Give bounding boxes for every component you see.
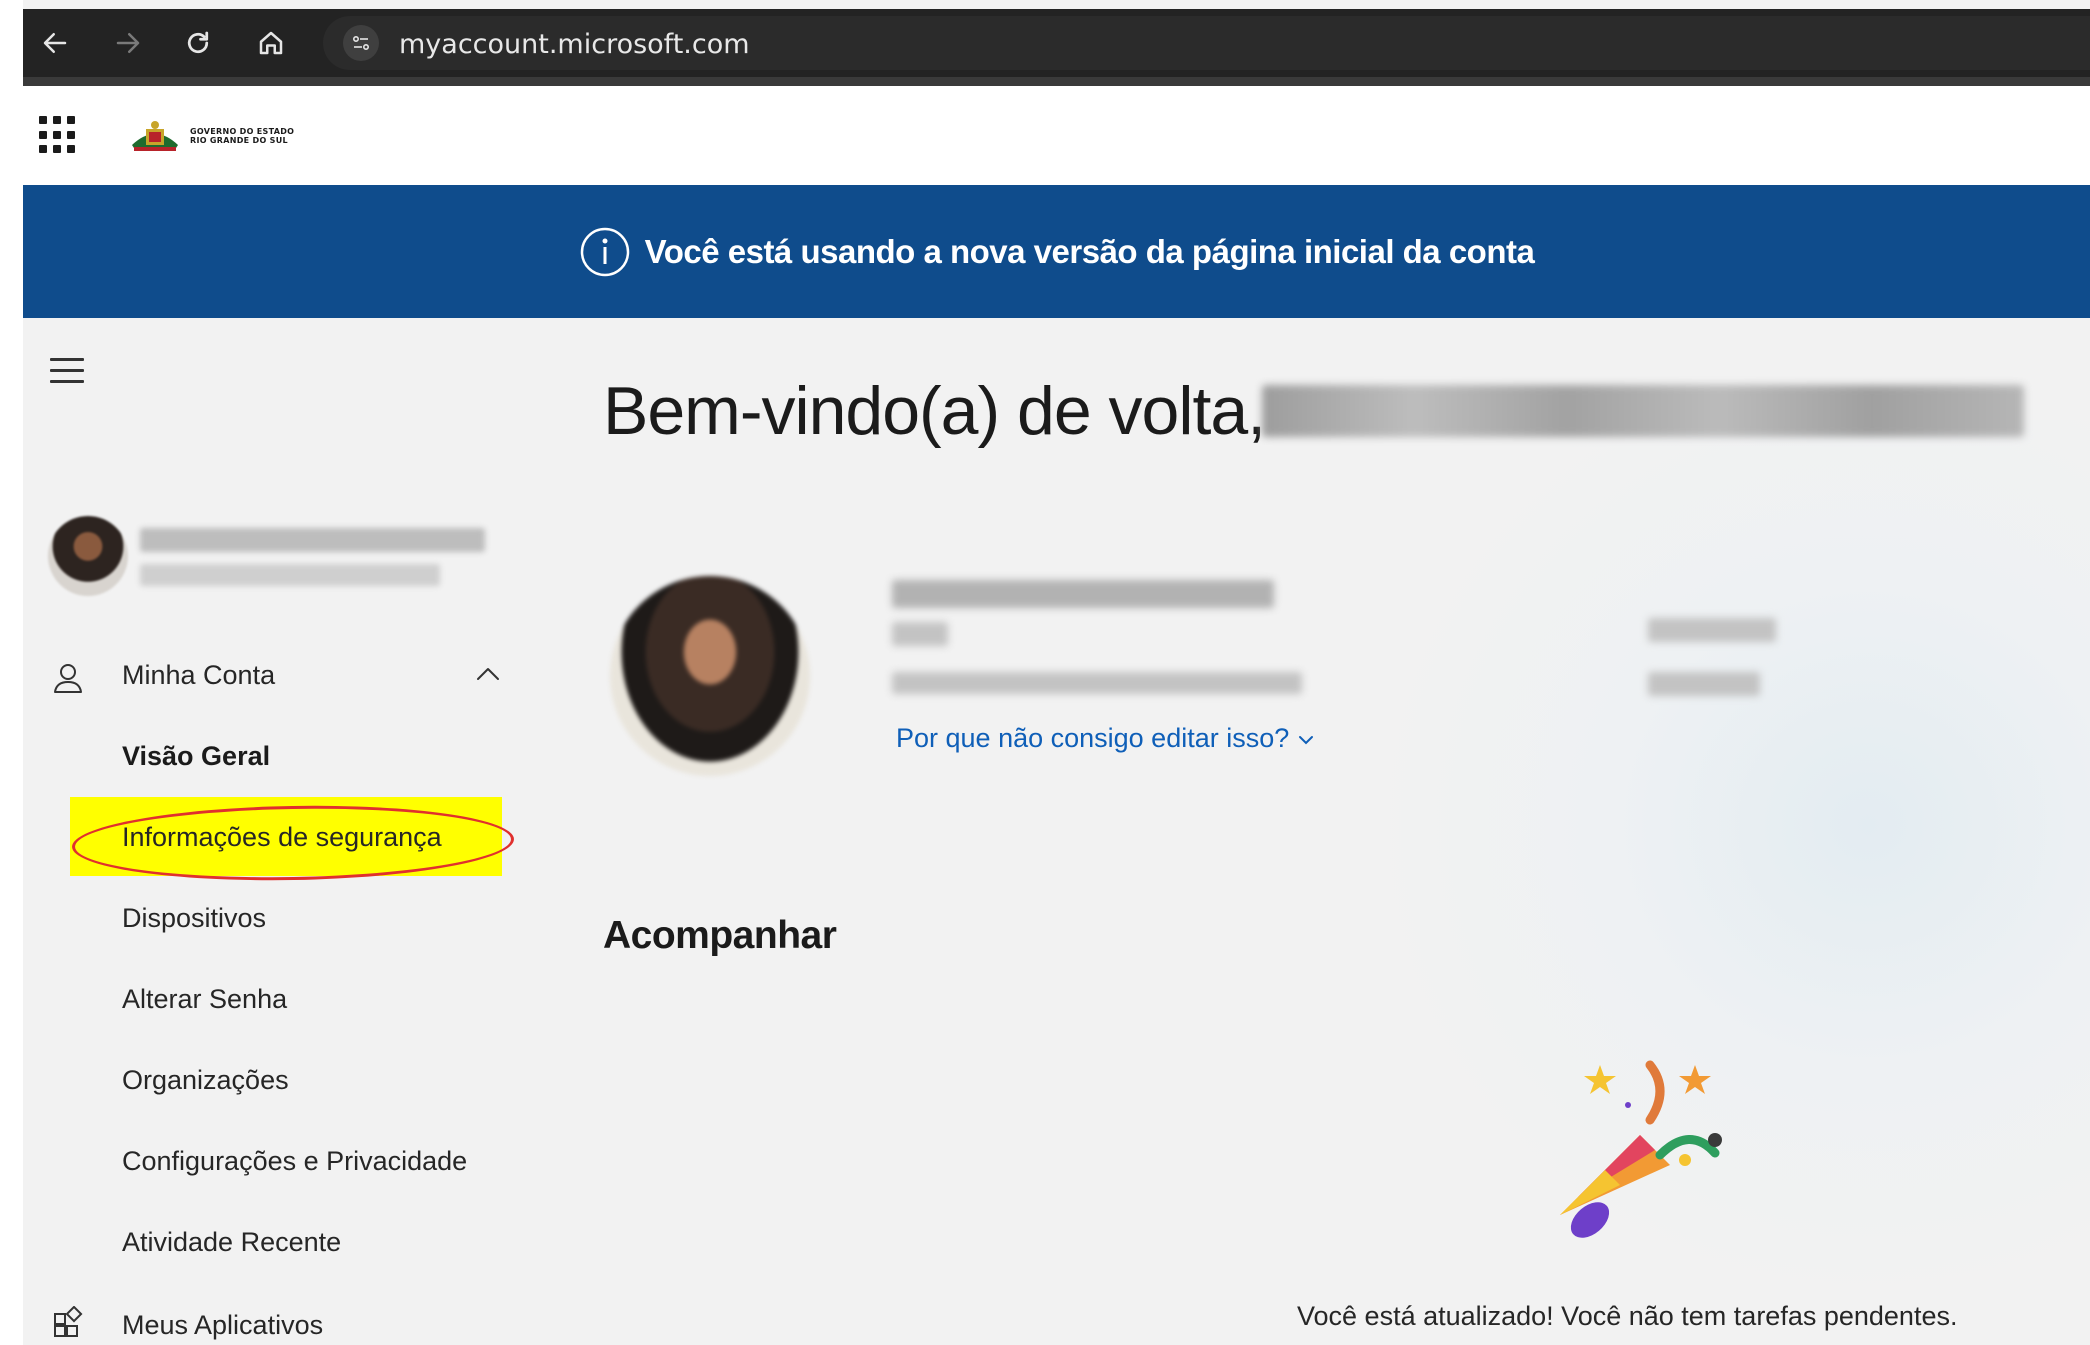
org-name-line2: RIO GRANDE DO SUL (190, 136, 288, 145)
page-title: Bem-vindo(a) de volta, (603, 373, 1266, 449)
no-tasks-message: Você está atualizado! Você não tem taref… (1297, 1301, 1958, 1331)
why-cant-edit-label: Por que não consigo editar isso? (896, 723, 1290, 753)
home-icon (259, 31, 283, 55)
url-text: myaccount.microsoft.com (399, 29, 750, 60)
chevron-down-icon (1298, 736, 1313, 745)
address-bar[interactable]: myaccount.microsoft.com (323, 16, 2090, 70)
sidebar-item-alterar-senha[interactable]: Alterar Senha (122, 984, 287, 1015)
sidebar-item-atividade-recente[interactable]: Atividade Recente (122, 1227, 341, 1258)
profile-name-redacted (892, 580, 1274, 608)
organization-logo[interactable]: GOVERNO DO ESTADO RIO GRANDE DO SUL (128, 114, 318, 158)
avatar (48, 516, 128, 596)
new-version-banner: Você está usando a nova versão da página… (23, 185, 2090, 318)
party-popper-icon (1560, 1060, 1722, 1238)
site-info-icon[interactable] (343, 25, 379, 61)
profile-title-redacted (892, 622, 948, 646)
chevron-up-icon[interactable] (470, 656, 506, 692)
section-minha-conta[interactable]: Minha Conta (122, 660, 275, 691)
profile-detail-redacted-1 (1648, 618, 1776, 642)
profile-photo[interactable] (610, 576, 810, 776)
user-card[interactable] (48, 516, 488, 596)
forward-arrow-icon (116, 33, 140, 53)
info-icon (580, 227, 629, 276)
banner-text: Você está usando a nova versão da página… (644, 232, 1535, 270)
user-full-name-redacted (1262, 385, 2024, 437)
sidebar-item-configuracoes-e-privacidade[interactable]: Configurações e Privacidade (122, 1146, 467, 1177)
browser-toolbar: myaccount.microsoft.com (23, 9, 2090, 86)
sidebar-item-dispositivos[interactable]: Dispositivos (122, 903, 266, 934)
reload-button[interactable] (180, 25, 216, 61)
reload-icon (187, 31, 209, 54)
back-button[interactable] (37, 25, 73, 61)
sidebar-item-visao-geral[interactable]: Visão Geral (122, 741, 270, 772)
state-crest-icon (132, 121, 178, 151)
section-title: Acompanhar (603, 914, 837, 957)
apps-icon (54, 1306, 83, 1337)
person-icon (54, 664, 82, 693)
profile-detail-redacted-2 (1648, 672, 1760, 696)
user-email-redacted (140, 564, 440, 586)
org-name-line1: GOVERNO DO ESTADO (190, 127, 295, 136)
home-button[interactable] (253, 25, 289, 61)
forward-button[interactable] (110, 25, 146, 61)
hamburger-menu-icon[interactable] (50, 358, 84, 388)
profile-email-redacted (892, 672, 1302, 694)
sidebar-item-organizacoes[interactable]: Organizações (122, 1065, 289, 1096)
left-gutter (0, 0, 23, 1345)
app-launcher-icon[interactable] (39, 116, 77, 154)
back-arrow-icon (43, 33, 67, 53)
app-header: GOVERNO DO ESTADO RIO GRANDE DO SUL (23, 86, 2090, 185)
sidebar-item-meus-aplicativos[interactable]: Meus Aplicativos (122, 1310, 323, 1341)
user-name-redacted (140, 528, 485, 552)
why-cant-edit-link[interactable]: Por que não consigo editar isso? (896, 723, 1315, 754)
